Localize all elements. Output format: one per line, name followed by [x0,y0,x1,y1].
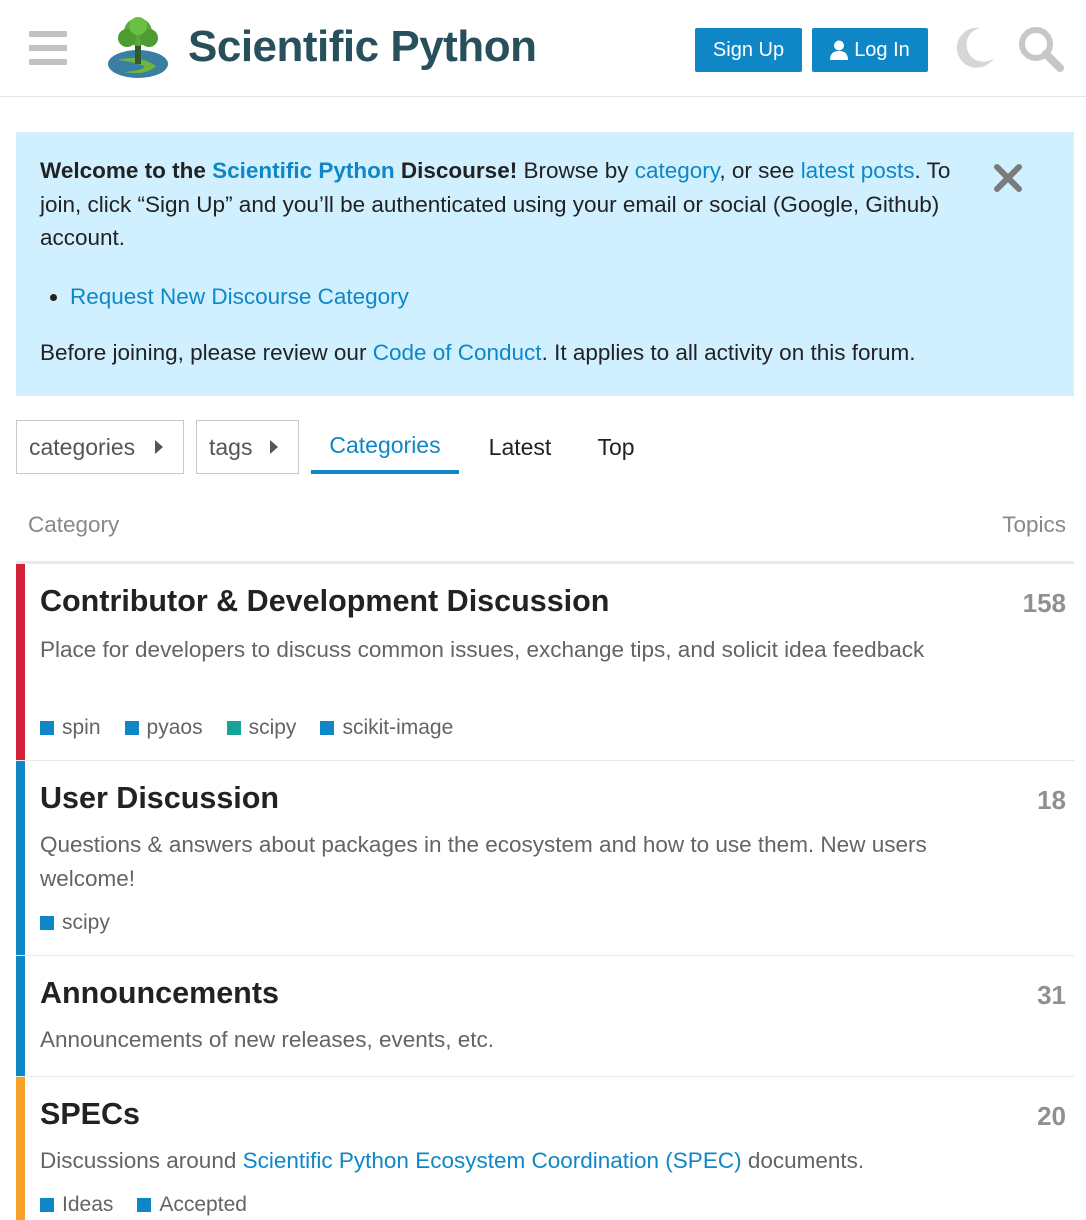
subcategory-list: scipy [40,911,134,935]
subcategory-scipy[interactable]: scipy [40,911,110,935]
category-row[interactable]: Announcements 31 Announcements of new re… [16,956,1074,1077]
category-row[interactable]: Contributor & Development Discussion 158… [16,564,1074,761]
welcome-text: Welcome to the Scientific Python Discour… [40,158,951,250]
welcome-banner: Welcome to the Scientific Python Discour… [16,132,1074,396]
banner-list: Request New Discourse Category [70,280,409,313]
site-title[interactable]: Scientific Python [188,22,537,72]
category-title[interactable]: Contributor & Development Discussion [40,584,609,619]
category-title[interactable]: Announcements [40,976,279,1011]
category-color-bar [16,956,25,1076]
category-link[interactable]: category [635,158,720,183]
category-color-bar [16,1077,25,1220]
log-in-label: Log In [854,38,910,61]
subcategory-scikit-image[interactable]: scikit-image [320,716,453,740]
subcategory-color-square [320,721,335,735]
categories-dropdown[interactable]: categories [16,420,184,474]
tags-dropdown[interactable]: tags [196,420,299,474]
subcategory-scipy[interactable]: scipy [226,716,296,740]
subcategory-accepted[interactable]: Accepted [137,1193,247,1217]
subcategory-color-square [226,721,241,735]
site-header: Scientific Python Sign Up Log In [0,0,1086,97]
category-row[interactable]: User Discussion 18 Questions & answers a… [16,761,1074,956]
latest-posts-link[interactable]: latest posts [801,158,915,183]
subcategory-ideas[interactable]: Ideas [40,1193,113,1217]
sign-up-button[interactable]: Sign Up [695,28,802,72]
category-title[interactable]: SPECs [40,1097,140,1132]
dark-mode-toggle-icon[interactable] [950,24,998,72]
welcome-bold: Welcome to the Scientific Python Discour… [40,158,518,183]
subcategory-color-square [124,721,139,735]
tab-top[interactable]: Top [582,420,650,474]
code-of-conduct-text: Before joining, please review our Code o… [40,340,916,365]
topic-count: 31 [1037,980,1066,1010]
tab-latest[interactable]: Latest [474,420,566,474]
tab-categories[interactable]: Categories [311,420,459,474]
category-description: Announcements of new releases, events, e… [40,1027,495,1052]
subcategory-color-square [40,916,54,930]
caret-right-icon [155,440,163,454]
category-color-bar [16,761,25,955]
user-icon [830,40,849,60]
category-row[interactable]: SPECs 20 Discussions around Scientific P… [16,1077,1074,1220]
subcategory-color-square [40,1198,54,1212]
topic-count: 158 [1022,588,1066,618]
category-title[interactable]: User Discussion [40,781,279,816]
subcategory-spin[interactable]: spin [40,716,101,740]
topic-count: 18 [1037,785,1066,815]
column-header-category[interactable]: Category [28,512,119,538]
subcategory-color-square [137,1198,152,1212]
column-header-topics[interactable]: Topics [1002,512,1066,538]
search-icon[interactable] [1016,24,1064,72]
log-in-button[interactable]: Log In [812,28,928,72]
code-of-conduct-link[interactable]: Code of Conduct [373,340,542,365]
subcategory-list: Ideas Accepted [40,1193,271,1217]
hamburger-menu-icon[interactable] [29,31,67,65]
category-description: Discussions around Scientific Python Eco… [40,1148,865,1173]
close-banner-icon[interactable] [990,160,1026,196]
spec-link[interactable]: Scientific Python Ecosystem Coordination… [243,1148,742,1173]
topic-count: 20 [1037,1101,1066,1131]
subcategory-list: spin pyaos scipy scikit-image [40,716,477,740]
site-logo[interactable] [106,14,170,82]
request-category-link[interactable]: Request New Discourse Category [70,284,409,309]
category-description: Place for developers to discuss common i… [40,637,925,662]
caret-right-icon [270,440,278,454]
banner-list-item: Request New Discourse Category [70,280,409,313]
subcategory-color-square [40,721,54,735]
categories-dropdown-label: categories [29,433,136,460]
category-description: Questions & answers about packages in th… [40,832,927,891]
category-color-bar [16,564,25,760]
subcategory-pyaos[interactable]: pyaos [124,716,203,740]
tags-dropdown-label: tags [209,433,253,460]
scientific-python-link[interactable]: Scientific Python [212,158,395,183]
sign-up-label: Sign Up [712,38,785,61]
